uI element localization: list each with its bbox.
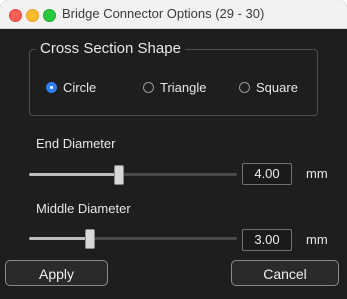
middle-diameter-label: Middle Diameter: [36, 201, 131, 216]
cross-section-title: Cross Section Shape: [36, 40, 185, 57]
end-diameter-label: End Diameter: [36, 136, 116, 151]
close-icon[interactable]: [9, 9, 22, 22]
middle-diameter-unit: mm: [306, 232, 328, 247]
radio-square-label: Square: [256, 79, 298, 95]
title-bar: Bridge Connector Options (29 - 30): [0, 0, 347, 29]
radio-unselected-icon: [239, 81, 250, 93]
window-title: Bridge Connector Options (29 - 30): [62, 6, 265, 21]
middle-diameter-slider[interactable]: [29, 229, 237, 249]
radio-circle-label: Circle: [63, 79, 97, 95]
radio-triangle[interactable]: Triangle: [143, 79, 206, 95]
cancel-button[interactable]: Cancel: [231, 260, 339, 286]
apply-button[interactable]: Apply: [5, 260, 108, 286]
dialog-window: Bridge Connector Options (29 - 30) Cross…: [0, 0, 347, 299]
minimize-icon[interactable]: [26, 9, 39, 22]
middle-diameter-slider-fill: [29, 237, 90, 240]
radio-circle[interactable]: Circle: [46, 79, 96, 95]
maximize-icon[interactable]: [43, 9, 56, 22]
radio-triangle-label: Triangle: [160, 79, 207, 95]
radio-unselected-icon: [143, 81, 154, 93]
end-diameter-input[interactable]: [242, 163, 292, 185]
radio-selected-icon: [46, 81, 57, 93]
end-diameter-slider-thumb[interactable]: [114, 165, 125, 185]
middle-diameter-slider-thumb[interactable]: [85, 229, 96, 249]
radio-square[interactable]: Square: [239, 79, 298, 95]
middle-diameter-input[interactable]: [242, 229, 292, 251]
end-diameter-slider-fill: [29, 173, 119, 176]
end-diameter-unit: mm: [306, 166, 328, 181]
end-diameter-slider[interactable]: [29, 165, 237, 185]
